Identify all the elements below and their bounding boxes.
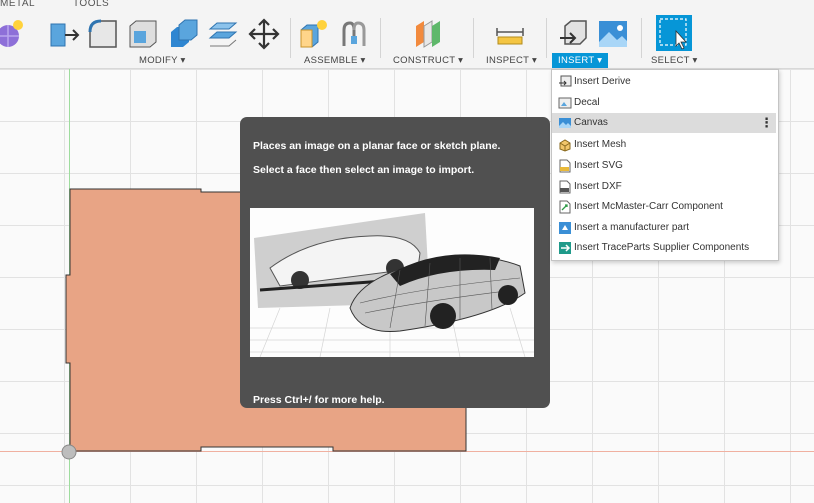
- shell-icon[interactable]: [127, 18, 159, 50]
- menu-item-mcmaster[interactable]: Insert McMaster-Carr Component: [552, 197, 776, 217]
- insert-mesh-icon: [559, 139, 571, 152]
- menu-item-insert-dxf[interactable]: Insert DXF: [552, 177, 776, 197]
- menu-item-label: Insert TraceParts Supplier Components: [574, 242, 750, 253]
- inspect-menu[interactable]: INSPECT ▾: [486, 55, 537, 66]
- menu-item-label: Insert McMaster-Carr Component: [574, 201, 723, 212]
- menu-item-label: Insert DXF: [574, 181, 622, 192]
- menu-item-insert-derive[interactable]: Insert Derive: [552, 72, 776, 92]
- traceparts-icon: [559, 242, 571, 254]
- assemble-menu[interactable]: ASSEMBLE ▾: [304, 55, 366, 66]
- fillet-icon[interactable]: [87, 18, 119, 50]
- combine-icon[interactable]: [167, 18, 199, 50]
- canvas-tooltip: Places an image on a planar face or sket…: [240, 117, 550, 408]
- joint-icon[interactable]: [338, 18, 370, 50]
- menu-item-label: Insert Mesh: [574, 139, 627, 150]
- menu-item-label: Insert a manufacturer part: [574, 222, 690, 233]
- insert-dropdown: Insert Derive Decal Canvas ⋮ Insert Mesh…: [551, 69, 779, 261]
- dxf-file-icon: [559, 180, 571, 194]
- decal-icon: [558, 97, 572, 109]
- insert-image-icon[interactable]: [597, 18, 629, 50]
- menu-item-manufacturer-part[interactable]: Insert a manufacturer part: [552, 218, 776, 238]
- press-pull-icon[interactable]: [48, 18, 80, 50]
- menu-item-label: Insert SVG: [574, 160, 623, 171]
- menu-item-label: Decal: [574, 97, 600, 108]
- tooltip-line-1: Places an image on a planar face or sket…: [253, 140, 501, 152]
- insert-derive-toolbar-icon[interactable]: [557, 18, 589, 50]
- divider: [546, 18, 547, 58]
- new-component-icon[interactable]: [298, 18, 330, 50]
- menu-item-label: Insert Derive: [574, 76, 631, 87]
- tooltip-footer: Press Ctrl+/ for more help.: [253, 394, 385, 406]
- menu-item-insert-mesh[interactable]: Insert Mesh: [552, 135, 776, 155]
- create-form-icon[interactable]: [0, 18, 26, 50]
- menu-item-canvas[interactable]: Canvas ⋮: [552, 113, 776, 133]
- manufacturer-part-icon: [559, 222, 571, 234]
- select-menu[interactable]: SELECT ▾: [651, 55, 698, 66]
- tab-metal[interactable]: METAL: [0, 0, 35, 9]
- measure-icon[interactable]: [494, 18, 526, 50]
- menu-item-label: Canvas: [574, 117, 608, 128]
- tab-tools[interactable]: TOOLS: [73, 0, 109, 9]
- divider: [290, 18, 291, 58]
- divider: [641, 18, 642, 58]
- modify-menu[interactable]: MODIFY ▾: [139, 55, 186, 66]
- canvas-icon: [559, 118, 571, 128]
- insert-menu[interactable]: INSERT ▾: [552, 53, 609, 68]
- car-canvas-illustration: [250, 208, 534, 357]
- divider: [380, 18, 381, 58]
- construct-menu[interactable]: CONSTRUCT ▾: [393, 55, 463, 66]
- mcmaster-icon: [559, 200, 571, 214]
- move-copy-icon[interactable]: [248, 18, 280, 50]
- tooltip-line-2: Select a face then select an image to im…: [253, 164, 475, 176]
- toolbar: METAL TOOLS MODIFY ▾ ASSEMBLE ▾ CONSTRUC…: [0, 0, 814, 69]
- divider: [473, 18, 474, 58]
- offset-face-icon[interactable]: [207, 18, 239, 50]
- insert-derive-icon: [559, 75, 572, 87]
- more-options-icon[interactable]: ⋮: [760, 113, 773, 133]
- offset-plane-icon[interactable]: [412, 18, 444, 50]
- svg-file-icon: [559, 159, 571, 173]
- select-icon[interactable]: [656, 15, 692, 51]
- origin-point-icon[interactable]: [60, 443, 78, 461]
- menu-item-traceparts[interactable]: Insert TraceParts Supplier Components: [552, 238, 776, 258]
- menu-item-decal[interactable]: Decal: [552, 93, 776, 113]
- menu-item-insert-svg[interactable]: Insert SVG: [552, 156, 776, 176]
